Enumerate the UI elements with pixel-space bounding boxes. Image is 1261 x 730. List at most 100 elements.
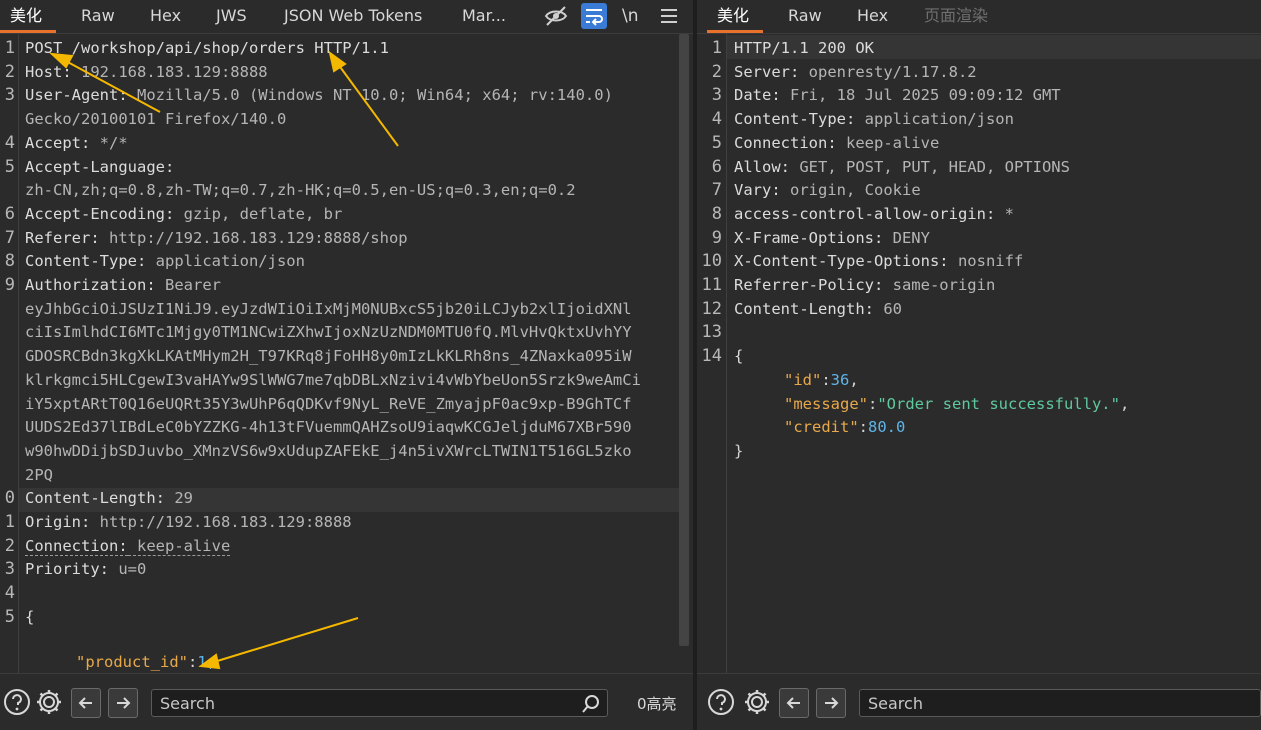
json-value: 1, xyxy=(197,652,216,671)
help-icon[interactable] xyxy=(2,687,32,717)
search-icon[interactable] xyxy=(580,693,602,715)
json-colon: : xyxy=(858,418,868,437)
tab-hex[interactable]: Hex xyxy=(150,0,181,33)
settings-gear-icon[interactable] xyxy=(742,687,772,717)
response-search-input[interactable] xyxy=(859,689,1261,717)
header-value: zh-CN,zh;q=0.8,zh-TW;q=0.7,zh-HK;q=0.5,e… xyxy=(25,181,576,200)
header-name: HTTP/1.1 200 OK xyxy=(734,39,874,57)
header-name: Host: xyxy=(25,62,72,81)
code-line: Origin: http://192.168.183.129:8888 xyxy=(25,510,352,534)
line-number: 1 xyxy=(711,38,722,58)
code-line: Content-Type: application/json xyxy=(734,107,1014,131)
json-line: "message":"Order sent successfully.", xyxy=(784,392,1129,416)
tab-pretty[interactable]: 美化 xyxy=(706,0,764,33)
header-value: keep-alive xyxy=(127,536,231,556)
wrap-lines-icon[interactable] xyxy=(581,3,607,29)
json-line: "id":36, xyxy=(784,368,859,392)
json-key: "credit" xyxy=(784,418,859,437)
line-number: 6 xyxy=(4,203,15,224)
request-editor[interactable]: 1 POST /workshop/api/shop/orders HTTP/1.1… xyxy=(0,34,693,674)
code-line: { xyxy=(734,344,743,368)
tab-raw[interactable]: Raw xyxy=(788,0,822,33)
header-name: Date: xyxy=(734,86,781,105)
tab-jws[interactable]: JWS xyxy=(216,0,247,33)
match-count: 0高亮 xyxy=(637,695,677,713)
header-name: Allow: xyxy=(734,157,790,176)
code-line: Content-Length: 60 xyxy=(734,297,902,321)
next-match-button[interactable] xyxy=(816,688,846,718)
header-value: origin, Cookie xyxy=(780,181,921,200)
code-line: w90hwDDijbSDJuvbo_XMnzVS6w9xUdupZAFEkE_j… xyxy=(25,439,632,463)
code-line: 2PQ xyxy=(25,463,53,487)
json-colon: : xyxy=(868,394,878,413)
json-value: 36 xyxy=(830,370,850,389)
hide-whitespace-icon[interactable] xyxy=(543,3,569,29)
code-line: Content-Length: 29 xyxy=(25,486,193,510)
header-name: User-Agent: xyxy=(25,86,128,105)
next-match-button[interactable] xyxy=(108,688,138,718)
header-value: klrkgmci5HLCgewI3vaHAYw9SlWWG7me7qbDBLxN… xyxy=(25,370,641,389)
code-line: POST /workshop/api/shop/orders HTTP/1.1 xyxy=(25,36,389,60)
header-value: DENY xyxy=(883,228,930,247)
tab-hex[interactable]: Hex xyxy=(857,0,888,33)
line-number: 0 xyxy=(4,488,15,509)
request-search-input[interactable] xyxy=(151,689,608,717)
header-name: Accept-Encoding: xyxy=(25,204,175,223)
json-colon: : xyxy=(821,370,831,389)
header-value: GET, POST, PUT, HEAD, OPTIONS xyxy=(790,157,1070,176)
json-colon: : xyxy=(187,652,198,671)
header-name: Content-Length: xyxy=(734,299,874,318)
line-number: 7 xyxy=(711,180,722,201)
menu-icon[interactable] xyxy=(656,3,682,29)
code-line: User-Agent: Mozilla/5.0 (Windows NT 10.0… xyxy=(25,83,613,107)
tab-raw[interactable]: Raw xyxy=(81,0,115,33)
code-line: Priority: u=0 xyxy=(25,557,146,581)
code-line: X-Content-Type-Options: nosniff xyxy=(734,249,1023,273)
header-value: application/json xyxy=(855,110,1014,129)
json-line: "product_id":1, xyxy=(76,650,216,674)
json-value: "Order sent successfully." xyxy=(877,394,1120,413)
header-name: Priority: xyxy=(25,560,109,579)
header-value: 192.168.183.129:8888 xyxy=(71,62,268,81)
code-line: Server: openresty/1.17.8.2 xyxy=(734,60,977,84)
tab-render[interactable]: 页面渲染 xyxy=(924,0,988,33)
request-pane: 美化 Raw Hex JWS JSON Web Tokens Mar... \n… xyxy=(0,0,693,730)
code-line: Connection: keep-alive xyxy=(25,534,231,558)
tab-json-web-tokens[interactable]: JSON Web Tokens xyxy=(284,0,422,33)
code-line: Referrer-Policy: same-origin xyxy=(734,273,995,297)
line-number: 2 xyxy=(4,61,15,82)
code-line: Gecko/20100101 Firefox/140.0 xyxy=(25,107,286,131)
code-line: iY5xptARtT0Q16eUQRt35Y3wUhP6qQDKvf9NyL_R… xyxy=(25,392,632,416)
json-separator: , xyxy=(1119,394,1130,413)
tab-pretty[interactable]: 美化 xyxy=(0,0,57,33)
code-line: ciIsImlhdCI6MTc1Mjgy0TM1NCwiZXhwIjoxNzUz… xyxy=(25,320,632,344)
settings-gear-icon[interactable] xyxy=(34,687,64,717)
header-value: 2PQ xyxy=(25,465,53,484)
json-value: 80.0 xyxy=(868,418,906,437)
header-name: Content-Type: xyxy=(734,110,856,129)
response-search-bar xyxy=(697,673,1261,730)
newline-toggle-icon[interactable]: \n xyxy=(622,0,639,33)
header-value: iY5xptARtT0Q16eUQRt35Y3wUhP6qQDKvf9NyL_R… xyxy=(25,394,632,413)
line-number: 4 xyxy=(711,109,722,130)
previous-match-button[interactable] xyxy=(71,688,101,718)
line-number: 5 xyxy=(711,132,722,153)
header-name: Referrer-Policy: xyxy=(734,276,884,294)
code-line: HTTP/1.1 200 OK xyxy=(734,36,874,60)
vertical-scrollbar[interactable] xyxy=(679,34,689,646)
header-value: Bearer xyxy=(155,276,221,294)
code-line: access-control-allow-origin: * xyxy=(734,202,1014,226)
header-name: Vary: xyxy=(734,181,781,200)
tab-more[interactable]: Mar... xyxy=(462,0,506,33)
header-value: ciIsImlhdCI6MTc1Mjgy0TM1NCwiZXhwIjoxNzUz… xyxy=(25,323,632,342)
header-value: same-origin xyxy=(883,276,996,294)
code-line: Accept-Language: xyxy=(25,155,174,179)
header-value: 29 xyxy=(164,489,193,508)
help-icon[interactable] xyxy=(706,687,736,717)
header-name: { xyxy=(734,347,744,366)
line-number: 2 xyxy=(4,535,15,556)
response-editor[interactable]: 1 HTTP/1.1 200 OK 2 Server: openresty/1.17.… xyxy=(697,34,1261,674)
previous-match-button[interactable] xyxy=(779,688,809,718)
code-line: Connection: keep-alive xyxy=(734,131,939,155)
json-key: "product_id" xyxy=(76,652,188,671)
